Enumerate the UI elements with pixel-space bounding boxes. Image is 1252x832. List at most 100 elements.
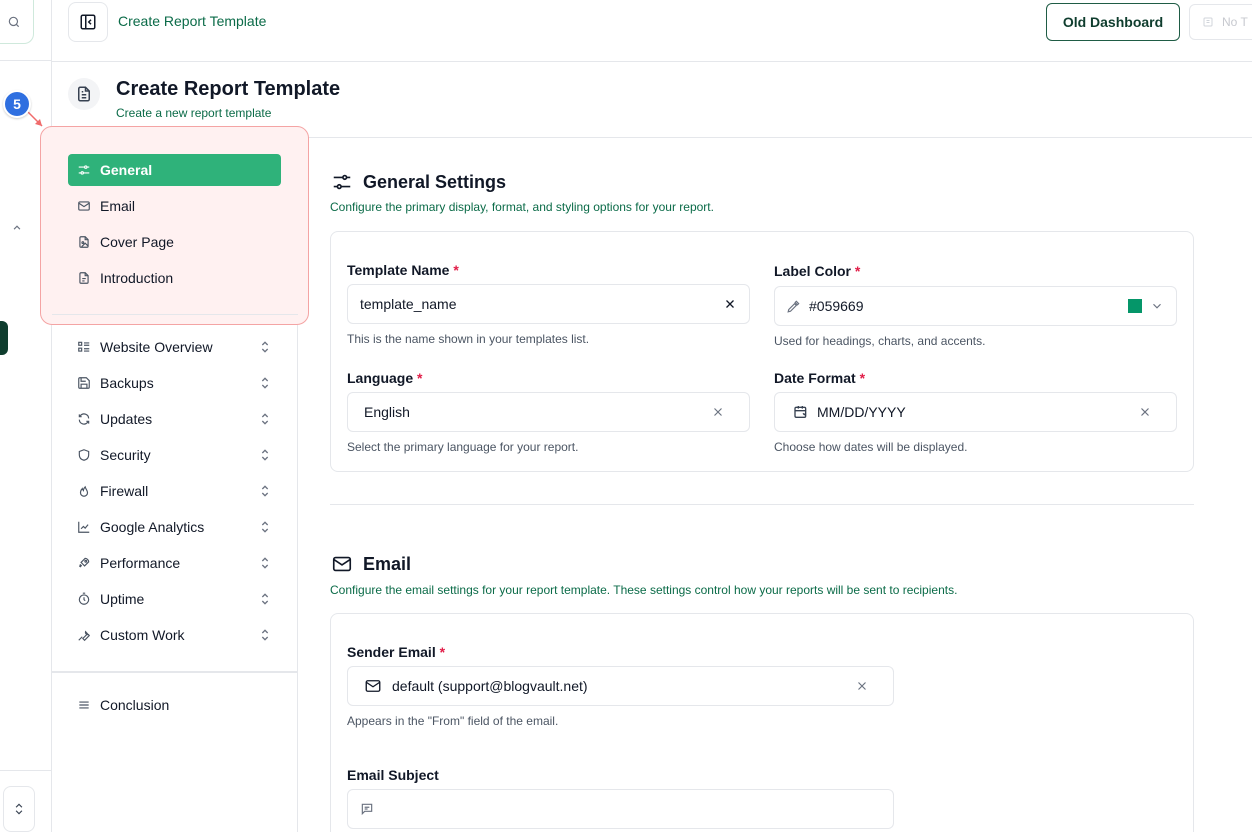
rocket-icon <box>77 556 91 570</box>
chevrons-up-down-icon[interactable] <box>257 591 273 607</box>
nav-item-label: Custom Work <box>100 627 185 643</box>
chevrons-up-down-icon[interactable] <box>257 411 273 427</box>
sender-email-value: default (support@blogvault.net) <box>392 678 588 694</box>
nav-item-label: Security <box>100 447 151 463</box>
sender-email-help: Appears in the "From" field of the email… <box>347 714 559 728</box>
bell-icon <box>1202 16 1214 28</box>
close-icon[interactable] <box>711 405 725 419</box>
notification-button[interactable]: No T <box>1189 4 1252 40</box>
sliders-icon <box>77 163 91 177</box>
color-swatch <box>1128 299 1142 313</box>
refresh-icon <box>77 412 91 426</box>
chevrons-up-down-icon[interactable] <box>257 339 273 355</box>
panel-left-icon <box>79 13 97 31</box>
nav-item-website-overview[interactable]: Website Overview <box>68 331 281 363</box>
chevron-up-icon[interactable] <box>10 221 24 235</box>
timer-icon <box>77 592 91 606</box>
chevrons-up-down-icon[interactable] <box>257 555 273 571</box>
nav-item-backups[interactable]: Backups <box>68 367 281 399</box>
language-label: Language * <box>347 370 423 386</box>
rail-expand-button[interactable] <box>3 786 35 832</box>
nav-item-label: Cover Page <box>100 234 174 250</box>
file-text-icon <box>77 271 91 285</box>
nav-item-security[interactable]: Security <box>68 439 281 471</box>
nav-item-conclusion[interactable]: Conclusion <box>68 689 281 721</box>
nav-item-label: Email <box>100 198 136 214</box>
nav-item-updates[interactable]: Updates <box>68 403 281 435</box>
template-name-input[interactable]: template_name <box>347 284 750 324</box>
nav-item-google-analytics[interactable]: Google Analytics <box>68 511 281 543</box>
chevrons-up-down-icon <box>12 802 26 816</box>
mail-icon <box>331 553 353 575</box>
sidebar-toggle-button[interactable] <box>68 2 108 42</box>
nav-item-email[interactable]: Email <box>68 190 281 222</box>
chevrons-up-down-icon[interactable] <box>257 519 273 535</box>
wrench-icon <box>77 628 91 642</box>
language-help: Select the primary language for your rep… <box>347 440 579 454</box>
nav-item-performance[interactable]: Performance <box>68 547 281 579</box>
label-color-label: Label Color * <box>774 263 861 279</box>
language-value: English <box>364 404 410 420</box>
nav-item-uptime[interactable]: Uptime <box>68 583 281 615</box>
nav-item-label: Firewall <box>100 483 149 499</box>
template-name-label: Template Name * <box>347 262 459 278</box>
nav-item-label: Google Analytics <box>100 519 205 535</box>
nav-item-label: Backups <box>100 375 154 391</box>
close-icon[interactable] <box>1138 405 1152 419</box>
section-title: General Settings <box>363 171 507 192</box>
date-format-label: Date Format * <box>774 370 866 386</box>
nav-item-label: Updates <box>100 411 153 427</box>
file-image-icon <box>77 235 91 249</box>
date-format-select[interactable]: MM/DD/YYYY <box>774 392 1177 432</box>
date-format-help: Choose how dates will be displayed. <box>774 440 968 454</box>
pipette-icon <box>787 299 801 313</box>
label-color-value: #059669 <box>809 298 864 314</box>
page-subtitle: Create a new report template <box>116 106 272 120</box>
chevrons-up-down-icon[interactable] <box>257 375 273 391</box>
notification-label: No T <box>1222 15 1248 29</box>
sender-email-label: Sender Email * <box>347 644 446 660</box>
calendar-sync-icon <box>793 404 809 420</box>
language-select[interactable]: English <box>347 392 750 432</box>
general-settings-heading: General Settings <box>331 171 506 193</box>
search-icon <box>7 15 21 29</box>
rail-active-indicator <box>0 321 8 355</box>
email-heading: Email <box>331 553 411 575</box>
nav-item-label: Conclusion <box>100 697 170 713</box>
flame-icon <box>77 484 91 498</box>
menu-icon <box>77 698 91 712</box>
nav-item-introduction[interactable]: Introduction <box>68 262 281 294</box>
nav-item-label: General <box>100 162 153 178</box>
chevrons-up-down-icon[interactable] <box>257 483 273 499</box>
nav-item-cover-page[interactable]: Cover Page <box>68 226 281 258</box>
nav-item-label: Uptime <box>100 591 145 607</box>
layout-list-icon <box>77 340 91 354</box>
sender-email-select[interactable]: default (support@blogvault.net) <box>347 666 894 706</box>
nav-item-firewall[interactable]: Firewall <box>68 475 281 507</box>
mail-icon <box>364 677 382 695</box>
email-subject-input[interactable] <box>347 789 894 829</box>
chevron-down-icon[interactable] <box>1150 299 1164 313</box>
close-icon[interactable] <box>855 679 869 693</box>
email-subject-label: Email Subject <box>347 767 439 783</box>
chevrons-up-down-icon[interactable] <box>257 627 273 643</box>
nav-divider <box>52 314 298 315</box>
mail-icon <box>77 199 91 213</box>
page-title: Create Report Template <box>116 78 341 100</box>
nav-item-general[interactable]: General <box>68 154 281 186</box>
old-dashboard-button[interactable]: Old Dashboard <box>1046 3 1180 41</box>
nav-item-custom-work[interactable]: Custom Work <box>68 619 281 651</box>
nav-item-label: Introduction <box>100 270 174 286</box>
file-text-icon <box>75 85 93 103</box>
shield-icon <box>77 448 91 462</box>
sliders-icon <box>331 171 353 193</box>
general-settings-card <box>330 231 1194 472</box>
label-color-picker[interactable]: #059669 <box>774 286 1177 326</box>
nav-item-label: Performance <box>100 555 181 571</box>
close-icon[interactable] <box>723 297 737 311</box>
template-name-value: template_name <box>360 296 457 312</box>
chevrons-up-down-icon[interactable] <box>257 447 273 463</box>
breadcrumb[interactable]: Create Report Template <box>118 13 266 29</box>
section-title: Email <box>363 553 412 574</box>
rail-search-button[interactable] <box>0 0 34 44</box>
